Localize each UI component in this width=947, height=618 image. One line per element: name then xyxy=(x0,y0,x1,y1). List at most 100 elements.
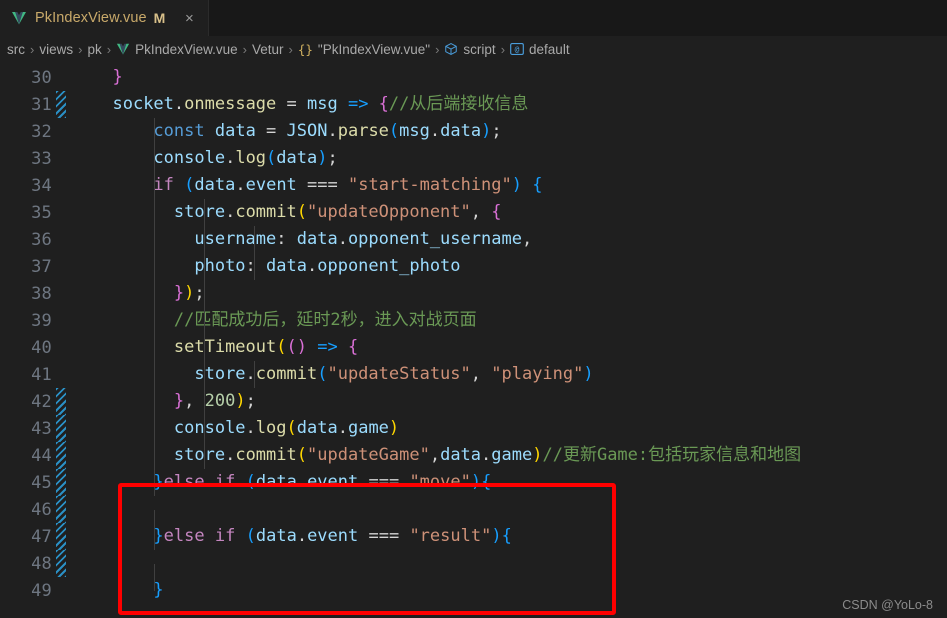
code-line-content[interactable]: store.commit("updateGame",data.game)//更新… xyxy=(66,442,947,469)
code-token: { xyxy=(491,202,502,222)
code-line-46[interactable]: 46 xyxy=(0,496,947,537)
code-token: ; xyxy=(491,121,502,141)
code-line-33[interactable]: 33 console.log(data); xyxy=(0,145,947,172)
breadcrumb-item-pk[interactable]: pk xyxy=(86,42,102,57)
indent-guide xyxy=(154,307,155,334)
code-line-43[interactable]: 43 console.log(data.game) xyxy=(0,415,947,442)
code-line-39[interactable]: 39 //匹配成功后，延时2秒，进入对战页面 xyxy=(0,307,947,334)
indent-guide xyxy=(154,334,155,361)
code-line-content[interactable]: }else if (data.event === "move"){ xyxy=(66,469,947,496)
code-token: photo xyxy=(194,256,246,276)
code-line-38[interactable]: 38 }); xyxy=(0,280,947,307)
line-number: 34 xyxy=(31,175,52,196)
code-token: game xyxy=(491,445,533,465)
code-token: //从后端接收信息 xyxy=(388,94,529,114)
code-token: data xyxy=(266,256,307,276)
code-line-41[interactable]: 41 store.commit("updateStatus", "playing… xyxy=(0,361,947,388)
code-line-49[interactable]: 49 } xyxy=(0,577,947,604)
indent-guide xyxy=(204,307,205,334)
code-line-35[interactable]: 35 store.commit("updateOpponent", { xyxy=(0,199,947,226)
code-token: if xyxy=(153,175,174,195)
code-token: commit xyxy=(255,364,318,384)
line-number: 40 xyxy=(31,337,52,358)
code-line-31[interactable]: 31 socket.onmessage = msg => {//从后端接收信息 xyxy=(0,91,947,118)
line-number: 37 xyxy=(31,256,52,277)
code-token: ) xyxy=(388,418,400,438)
code-token: console xyxy=(173,418,246,438)
gutter-diff-indicator xyxy=(56,253,66,280)
code-token: = xyxy=(276,94,307,114)
code-token: data xyxy=(440,445,482,465)
code-line-36[interactable]: 36 username: data.opponent_username, xyxy=(0,226,947,253)
code-line-37[interactable]: 37 photo: data.opponent_photo xyxy=(0,253,947,280)
code-line-content[interactable]: console.log(data); xyxy=(66,145,947,172)
code-token: . xyxy=(225,202,236,222)
code-line-47[interactable]: 47 }else if (data.event === "result"){ xyxy=(0,523,947,550)
breadcrumb-separator: › xyxy=(78,41,83,57)
code-line-30[interactable]: 30 } xyxy=(0,64,947,91)
code-line-48[interactable]: 48 xyxy=(0,550,947,591)
breadcrumb-item-script[interactable]: script xyxy=(443,42,496,57)
code-token: //匹配成功后，延时2秒，进入对战页面 xyxy=(173,310,477,330)
cube-icon xyxy=(444,42,458,56)
code-line-45[interactable]: 45 }else if (data.event === "move"){ xyxy=(0,469,947,496)
line-number: 31 xyxy=(31,94,52,115)
indent-guide xyxy=(154,199,155,226)
breadcrumb-item-pkindexview-vue[interactable]: PkIndexView.vue xyxy=(115,42,239,57)
code-token: } xyxy=(153,580,164,600)
braces-icon: {} xyxy=(297,41,313,57)
code-token: ( xyxy=(184,175,195,195)
code-token: { xyxy=(501,526,512,546)
line-number: 46 xyxy=(31,499,52,520)
code-line-32[interactable]: 32 const data = JSON.parse(msg.data); xyxy=(0,118,947,145)
code-line-content[interactable]: console.log(data.game) xyxy=(66,415,947,442)
code-line-content[interactable]: }); xyxy=(66,280,947,307)
close-icon[interactable]: × xyxy=(180,11,198,26)
gutter-diff-indicator xyxy=(56,523,66,550)
vue-logo-icon xyxy=(116,42,130,56)
breadcrumb-item-views[interactable]: views xyxy=(38,42,74,57)
breadcrumb-item-pkindexview-vue[interactable]: {} "PkIndexView.vue" xyxy=(297,42,431,57)
gutter-diff-indicator xyxy=(56,145,66,172)
code-line-content[interactable]: }else if (data.event === "result"){ xyxy=(66,523,947,550)
code-token: parse xyxy=(337,121,389,141)
code-line-42[interactable]: 42 }, 200); xyxy=(0,388,947,415)
line-number: 30 xyxy=(31,67,52,88)
code-token: ) xyxy=(583,364,594,384)
code-token: ) xyxy=(296,337,307,357)
code-line-content[interactable]: username: data.opponent_username, xyxy=(66,226,947,253)
code-line-content[interactable]: } xyxy=(66,64,947,91)
code-line-content[interactable]: //匹配成功后，延时2秒，进入对战页面 xyxy=(66,307,947,334)
code-token: username xyxy=(194,229,277,249)
editor-tab-pkindexview[interactable]: PkIndexView.vue M × xyxy=(0,0,210,36)
code-line-content[interactable]: if (data.event === "start-matching") { xyxy=(66,172,947,199)
code-token: store xyxy=(173,445,226,465)
code-line-40[interactable]: 40 setTimeout(() => { xyxy=(0,334,947,361)
code-lines-container: 29 store.commit("updateSocket", socket);… xyxy=(0,62,947,604)
breadcrumb-item-vetur[interactable]: Vetur xyxy=(251,42,285,57)
breadcrumb-item-src[interactable]: src xyxy=(6,42,26,57)
code-line-content[interactable]: } xyxy=(66,577,947,604)
code-line-content[interactable]: const data = JSON.parse(msg.data); xyxy=(66,118,947,145)
code-token: : xyxy=(245,256,267,276)
code-line-content[interactable]: socket.onmessage = msg => {//从后端接收信息 xyxy=(66,91,947,118)
breadcrumb-separator: › xyxy=(106,41,112,57)
code-line-34[interactable]: 34 if (data.event === "start-matching") … xyxy=(0,172,947,199)
code-line-content[interactable]: photo: data.opponent_photo xyxy=(66,253,947,280)
breadcrumb-item-default[interactable]: @ default xyxy=(509,42,571,57)
code-token: //更新Game:包括玩家信息和地图 xyxy=(542,445,802,465)
code-editor[interactable]: 29 store.commit("updateSocket", socket);… xyxy=(0,62,947,618)
breadcrumb-separator: › xyxy=(288,41,293,57)
code-line-content[interactable]: store.commit("updateStatus", "playing") xyxy=(66,361,947,388)
code-line-content[interactable]: setTimeout(() => { xyxy=(66,334,947,361)
gutter-diff-indicator xyxy=(56,550,66,577)
code-token: . xyxy=(225,445,236,465)
code-line-44[interactable]: 44 store.commit("updateGame",data.game)/… xyxy=(0,442,947,469)
code-token: } xyxy=(173,283,185,303)
breadcrumb-item-label: views xyxy=(39,41,74,57)
code-line-content[interactable]: }, 200); xyxy=(66,388,947,415)
code-line-content[interactable]: store.commit("updateOpponent", { xyxy=(66,199,947,226)
